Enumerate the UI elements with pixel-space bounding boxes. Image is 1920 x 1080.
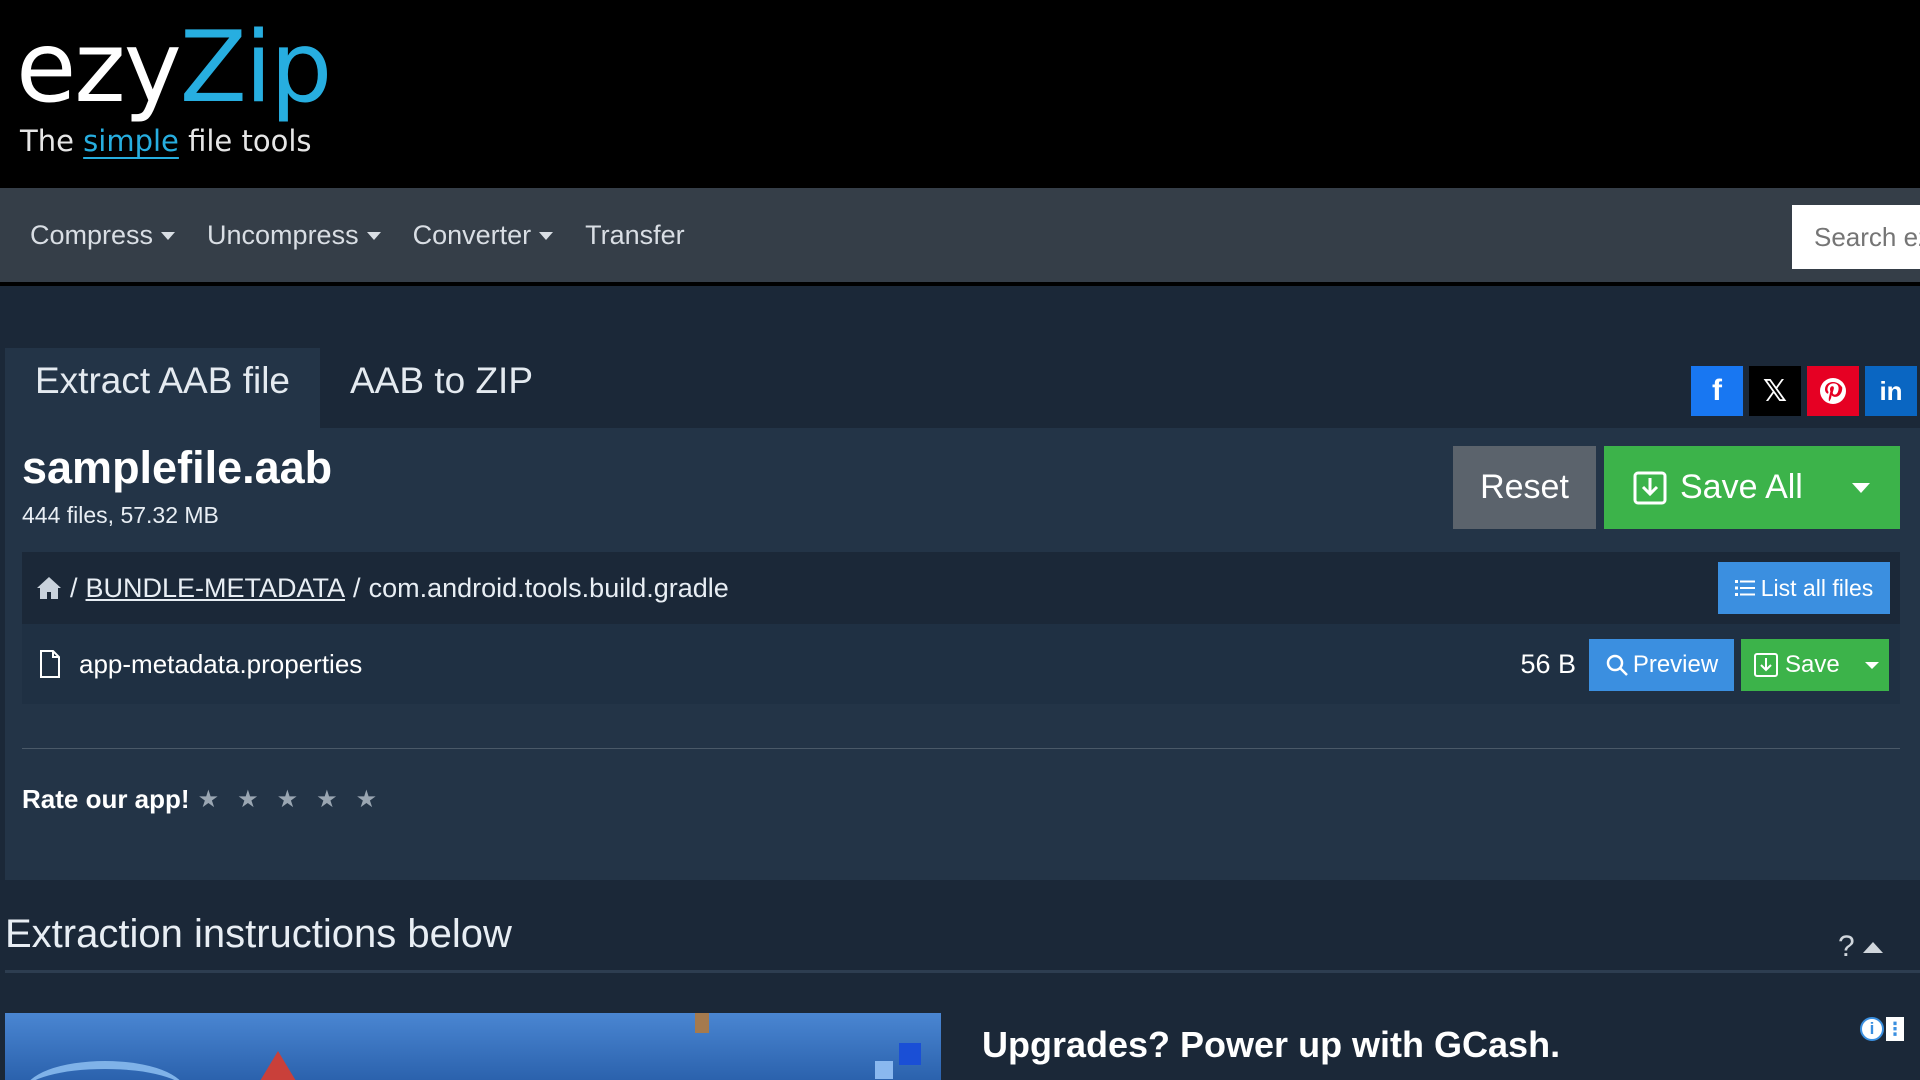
list-glyph [1734,580,1755,596]
rating-label: Rate our app! [22,784,190,814]
save-all-button[interactable]: Save All [1604,446,1900,529]
breadcrumb-folder-link[interactable]: BUNDLE-METADATA [86,573,346,604]
rating-stars: ★ ★ ★ ★ ★ [198,785,378,814]
ad-graphic [875,1061,893,1079]
collapse-icon[interactable] [1862,941,1883,953]
instructions-divider [5,970,1920,973]
nav-transfer[interactable]: Transfer [585,220,685,251]
social-share: f 𝕏 in [1691,366,1917,416]
tab-extract-aab[interactable]: Extract AAB file [5,348,320,428]
star-icon[interactable]: ★ [356,785,378,814]
list-all-files-button[interactable]: List all files [1718,562,1890,614]
search-glyph [1606,654,1628,676]
caret-down-icon [539,232,554,240]
home-glyph [37,577,61,599]
list-icon [1734,579,1755,597]
preview-button[interactable]: Preview [1589,639,1734,691]
file-icon [38,650,62,683]
x-icon[interactable]: 𝕏 [1749,366,1801,416]
ad-banner-image[interactable] [5,1013,941,1080]
linkedin-icon[interactable]: in [1865,366,1917,416]
file-size: 56 B [1520,649,1576,679]
ad-headline[interactable]: Upgrades? Power up with GCash. [982,1024,1560,1066]
home-icon[interactable] [36,576,62,600]
download-glyph [1754,653,1778,677]
tool-tabs: Extract AAB file AAB to ZIP [5,348,563,428]
nav-uncompress[interactable]: Uncompress [207,220,381,251]
rating-widget: Rate our app! ★ ★ ★ ★ ★ [22,784,377,815]
file-row[interactable]: app-metadata.properties 56 B Preview Sav… [22,624,1900,704]
breadcrumb-path: / BUNDLE-METADATA / com.android.tools.bu… [36,552,729,624]
logo-wordmark: ezyZip [16,11,332,125]
archive-summary: 444 files, 57.32 MB [22,502,219,528]
breadcrumb-current: com.android.tools.build.gradle [368,572,729,603]
site-header: ezyZip The simple file tools [0,0,1920,188]
main-navbar: Compress Uncompress Converter Transfer [0,188,1920,286]
file-name[interactable]: app-metadata.properties [79,624,362,704]
pinterest-icon[interactable] [1807,366,1859,416]
ad-controls: i ⋮ [1860,1017,1904,1041]
star-icon[interactable]: ★ [198,785,220,814]
nav-menu: Compress Uncompress Converter Transfer [30,188,717,282]
save-dropdown-icon[interactable] [1865,662,1879,669]
nav-compress[interactable]: Compress [30,220,176,251]
instructions-toggle[interactable]: ? [1838,930,1883,964]
ad-graphic [260,1051,296,1080]
facebook-icon[interactable]: f [1691,366,1743,416]
star-icon[interactable]: ★ [316,785,338,814]
breadcrumb: / BUNDLE-METADATA / com.android.tools.bu… [22,552,1900,624]
ad-menu-icon[interactable]: ⋮ [1886,1017,1904,1041]
ad-graphic [899,1043,921,1065]
star-icon[interactable]: ★ [277,785,299,814]
caret-down-icon [366,232,381,240]
ad-graphic [25,1061,185,1080]
nav-converter[interactable]: Converter [413,220,554,251]
tab-aab-to-zip[interactable]: AAB to ZIP [320,348,563,428]
download-icon [1753,652,1779,678]
ad-graphic [695,1013,709,1033]
ezyzip-logo[interactable]: ezyZip The simple file tools [16,11,332,158]
download-icon [1632,470,1668,506]
star-icon[interactable]: ★ [237,785,259,814]
search-input[interactable] [1792,205,1920,269]
help-icon[interactable]: ? [1838,930,1855,964]
archive-name: samplefile.aab [22,442,333,493]
ad-info-icon[interactable]: i [1860,1017,1884,1041]
download-glyph [1633,471,1667,504]
logo-tagline: The simple file tools [20,124,312,158]
divider [22,748,1900,749]
extract-panel: samplefile.aab 444 files, 57.32 MB Reset… [5,428,1920,880]
search-icon [1605,653,1629,677]
save-file-button[interactable]: Save [1741,639,1889,691]
save-all-dropdown-icon[interactable] [1852,483,1870,493]
reset-button[interactable]: Reset [1453,446,1596,529]
instructions-heading: Extraction instructions below [5,912,512,956]
pinterest-glyph [1820,378,1846,404]
file-glyph [40,650,60,678]
caret-down-icon [161,232,176,240]
